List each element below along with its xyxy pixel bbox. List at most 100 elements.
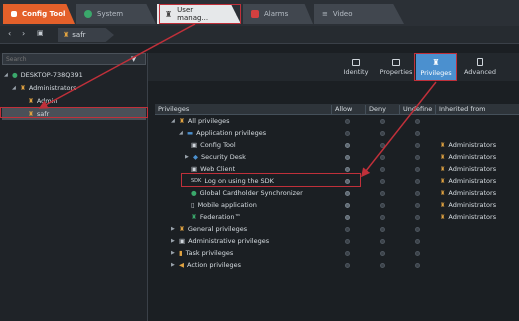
deny-radio[interactable] <box>380 167 385 172</box>
entity-tree-panel: ▼ ◢ ● DESKTOP-738Q391 ◢ ♜ Administrators… <box>0 53 148 321</box>
network-icon[interactable]: ▣ <box>37 29 44 37</box>
search-box[interactable]: ▼ <box>2 53 146 65</box>
breadcrumb[interactable]: ♜ safr <box>58 28 114 42</box>
column-header-undefine[interactable]: Undefine <box>399 105 432 114</box>
privilege-name: Security Desk <box>201 153 246 161</box>
undefine-radio[interactable] <box>415 131 420 136</box>
deny-radio[interactable] <box>380 119 385 124</box>
tree-item-admin[interactable]: ♜ Admin <box>28 95 58 107</box>
allow-radio[interactable] <box>345 131 350 136</box>
deny-radio[interactable] <box>380 227 385 232</box>
tree-item-label: Admin <box>36 97 58 105</box>
server-icon: ● <box>12 71 18 79</box>
undefine-radio[interactable] <box>415 119 420 124</box>
tree-group-administrators[interactable]: ◢ ♜ Administrators <box>12 82 77 94</box>
undefine-radio[interactable] <box>415 203 420 208</box>
row-action-privileges[interactable]: ▶ ◀ Action privileges <box>155 260 519 271</box>
privilege-label: ▶ ▮ Task privileges <box>171 249 233 257</box>
back-icon[interactable]: ‹ <box>8 29 11 38</box>
allow-radio[interactable] <box>345 191 350 196</box>
deny-radio[interactable] <box>380 179 385 184</box>
row-general-privileges[interactable]: ▶ ♜ General privileges <box>155 224 519 235</box>
tab-label: Config Tool <box>22 10 66 18</box>
search-input[interactable] <box>6 55 131 63</box>
user-group-icon: ♜ <box>440 201 446 209</box>
allow-radio[interactable] <box>345 203 350 208</box>
expand-icon[interactable]: ▶ <box>185 154 190 160</box>
advanced-button[interactable]: Advanced <box>458 53 502 81</box>
privileges-grid: Privileges Allow Deny Undefine Inherited… <box>155 104 519 321</box>
column-header-inherited-from[interactable]: Inherited from <box>435 105 486 114</box>
forward-icon[interactable]: › <box>22 29 25 38</box>
row-application-privileges[interactable]: ◢ ▬ Application privileges <box>155 128 519 139</box>
privilege-name: Mobile application <box>197 201 257 209</box>
tab-config-tool[interactable]: Config Tool <box>3 4 75 24</box>
row-federation[interactable]: ♜ Federation™ ♜ Administrators <box>155 212 519 223</box>
collapse-icon[interactable]: ◢ <box>12 85 17 91</box>
allow-radio[interactable] <box>345 215 350 220</box>
collapse-icon[interactable]: ◢ <box>4 72 9 78</box>
allow-radio[interactable] <box>345 263 350 268</box>
privilege-label: ▯ Mobile application <box>191 201 257 209</box>
deny-radio[interactable] <box>380 251 385 256</box>
expand-icon[interactable]: ▶ <box>171 226 176 232</box>
column-header-allow[interactable]: Allow <box>331 105 352 114</box>
allow-radio[interactable] <box>345 239 350 244</box>
undefine-radio[interactable] <box>415 227 420 232</box>
deny-radio[interactable] <box>380 143 385 148</box>
privilege-label: ◢ ▬ Application privileges <box>179 129 266 137</box>
undefine-radio[interactable] <box>415 179 420 184</box>
inherited-from-label: Administrators <box>448 189 497 197</box>
deny-radio[interactable] <box>380 263 385 268</box>
deny-radio[interactable] <box>380 191 385 196</box>
privilege-name: General privileges <box>187 225 248 233</box>
row-all-privileges[interactable]: ◢ ♜ All privileges <box>155 116 519 127</box>
collapse-icon[interactable]: ◢ <box>179 130 184 136</box>
undefine-radio[interactable] <box>415 191 420 196</box>
properties-button[interactable]: Properties <box>376 53 416 81</box>
highlight-callout <box>181 173 361 187</box>
deny-radio[interactable] <box>380 215 385 220</box>
undefine-radio[interactable] <box>415 167 420 172</box>
tab-alarms[interactable]: Alarms <box>243 4 313 24</box>
row-config-tool[interactable]: ▣ Config Tool ♜ Administrators <box>155 140 519 151</box>
deny-radio[interactable] <box>380 239 385 244</box>
privilege-name: Application privileges <box>196 129 267 137</box>
inherited-from-label: Administrators <box>448 177 497 185</box>
deny-radio[interactable] <box>380 155 385 160</box>
deny-radio[interactable] <box>380 203 385 208</box>
undefine-radio[interactable] <box>415 239 420 244</box>
row-task-privileges[interactable]: ▶ ▮ Task privileges <box>155 248 519 259</box>
deny-radio[interactable] <box>380 131 385 136</box>
allow-radio[interactable] <box>345 143 350 148</box>
allow-radio[interactable] <box>345 251 350 256</box>
tab-label: Video <box>332 10 353 18</box>
allow-radio[interactable] <box>345 155 350 160</box>
row-global-cardholder-synchronizer[interactable]: ● Global Cardholder Synchronizer ♜ Administ… <box>155 188 519 199</box>
undefine-radio[interactable] <box>415 215 420 220</box>
allow-radio[interactable] <box>345 227 350 232</box>
undefine-radio[interactable] <box>415 251 420 256</box>
collapse-icon[interactable]: ◢ <box>171 118 176 124</box>
privilege-label: ♜ Federation™ <box>191 213 241 221</box>
expand-icon[interactable]: ▶ <box>171 238 176 244</box>
row-mobile-application[interactable]: ▯ Mobile application ♜ Administrators <box>155 200 519 211</box>
undefine-radio[interactable] <box>415 263 420 268</box>
row-security-desk[interactable]: ▶ ◆ Security Desk ♜ Administrators <box>155 152 519 163</box>
expand-icon[interactable]: ▶ <box>171 262 176 268</box>
allow-radio[interactable] <box>345 119 350 124</box>
column-header-privileges[interactable]: Privileges <box>155 105 189 114</box>
tab-system[interactable]: System <box>76 4 156 24</box>
allow-radio[interactable] <box>345 167 350 172</box>
row-administrative-privileges[interactable]: ▶ ▣ Administrative privileges <box>155 236 519 247</box>
user-group-icon: ♜ <box>440 189 446 197</box>
inherited-from-label: Administrators <box>448 153 497 161</box>
expand-icon[interactable]: ▶ <box>171 250 176 256</box>
filter-icon[interactable]: ▼ <box>131 55 136 63</box>
column-header-deny[interactable]: Deny <box>365 105 386 114</box>
tab-video[interactable]: ≡ Video <box>314 4 404 24</box>
tree-root[interactable]: ◢ ● DESKTOP-738Q391 <box>4 69 83 81</box>
undefine-radio[interactable] <box>415 143 420 148</box>
identity-button[interactable]: Identity <box>336 53 376 81</box>
undefine-radio[interactable] <box>415 155 420 160</box>
